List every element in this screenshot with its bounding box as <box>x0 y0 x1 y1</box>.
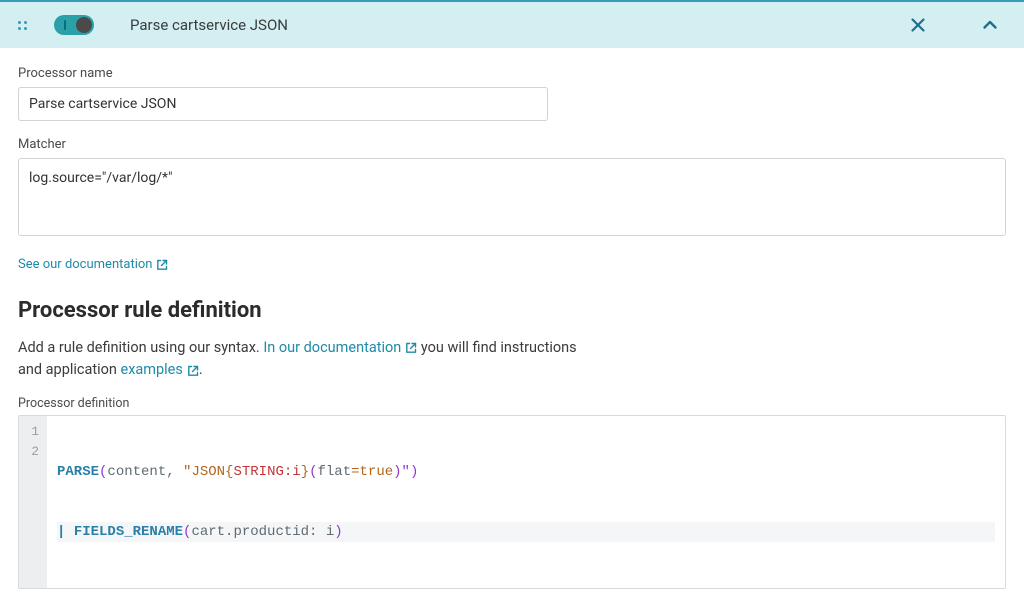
close-icon <box>910 17 926 33</box>
processor-name-input[interactable] <box>18 87 548 121</box>
processor-name-label: Processor name <box>18 66 1006 81</box>
processor-title: Parse cartservice JSON <box>130 16 888 34</box>
processor-content: Processor name Matcher See our documenta… <box>0 48 1024 593</box>
code-line: | FIELDS_RENAME(cart.productid: i) <box>57 522 995 542</box>
code-line: PARSE(content, "JSON{STRING:i}(flat=true… <box>57 462 995 482</box>
processor-definition-label: Processor definition <box>18 396 1006 411</box>
external-link-icon <box>405 342 417 354</box>
drag-handle-icon[interactable] <box>14 17 30 33</box>
line-number: 2 <box>25 442 39 462</box>
processor-header-bar: Parse cartservice JSON <box>0 2 1024 48</box>
toggle-on-indicator <box>64 20 66 30</box>
matcher-label: Matcher <box>18 137 1006 152</box>
external-link-icon <box>156 259 168 271</box>
collapse-button[interactable] <box>976 11 1004 39</box>
external-link-icon <box>187 365 199 377</box>
see-documentation-link[interactable]: See our documentation <box>18 257 168 272</box>
enabled-toggle[interactable] <box>54 15 94 35</box>
matcher-field: Matcher <box>18 137 1006 240</box>
processor-name-field: Processor name <box>18 66 1006 121</box>
code-body[interactable]: PARSE(content, "JSON{STRING:i}(flat=true… <box>47 416 1005 588</box>
toggle-knob <box>76 17 92 33</box>
matcher-input[interactable] <box>18 158 1006 236</box>
examples-link[interactable]: examples <box>121 359 199 381</box>
processor-definition-editor[interactable]: 1 2 PARSE(content, "JSON{STRING:i}(flat=… <box>18 415 1006 589</box>
desc-suffix: . <box>199 361 203 378</box>
code-gutter: 1 2 <box>19 416 47 588</box>
chevron-up-icon <box>981 16 999 34</box>
line-number: 1 <box>25 422 39 442</box>
close-button[interactable] <box>904 11 932 39</box>
rule-definition-heading: Processor rule definition <box>18 298 1006 323</box>
in-our-documentation-link[interactable]: In our documentation <box>263 337 417 359</box>
desc-prefix: Add a rule definition using our syntax. <box>18 339 263 356</box>
see-documentation-label: See our documentation <box>18 257 152 272</box>
rule-definition-description: Add a rule definition using our syntax. … <box>18 337 578 382</box>
